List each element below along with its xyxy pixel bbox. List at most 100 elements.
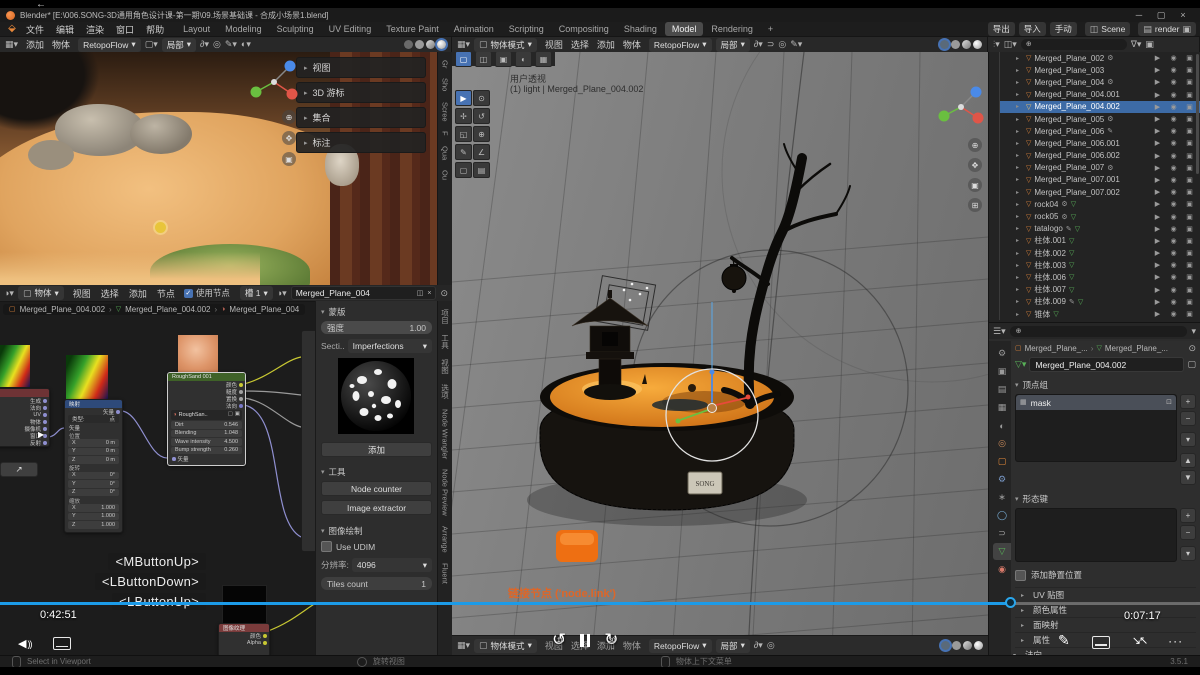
- mapping-node[interactable]: 映射 矢量 类型:点 矢量 位置 X0 m Y0 m Z0 m: [64, 399, 123, 533]
- properties-tab-icon[interactable]: ◯: [993, 507, 1011, 524]
- hide-render-toggle-icon[interactable]: ▣: [1183, 103, 1196, 111]
- use-udim-checkbox[interactable]: Use UDIM: [321, 541, 432, 552]
- hide-viewport-toggle-icon[interactable]: ◉: [1167, 91, 1180, 99]
- node-output-socket[interactable]: 法向: [0, 404, 49, 411]
- node-header[interactable]: [0, 389, 49, 397]
- fake-user-icon[interactable]: ▢: [1187, 360, 1196, 369]
- side-tab[interactable]: Fluent: [441, 563, 450, 584]
- node-param-slider[interactable]: Bump strength0.260: [171, 447, 242, 455]
- expand-arrow-icon[interactable]: ▸: [1016, 116, 1023, 123]
- workspace-tab[interactable]: Model: [665, 22, 704, 36]
- snap-icon[interactable]: ∂▾: [200, 40, 209, 49]
- node-input-socket[interactable]: 矢量: [168, 455, 245, 463]
- orientation-dropdown[interactable]: 局部▾: [162, 38, 196, 52]
- n-panel-section[interactable]: ▸3D 游标: [296, 82, 426, 103]
- pause-button[interactable]: [580, 634, 590, 647]
- navigation-gizmo[interactable]: [248, 54, 300, 110]
- mode-dropdown[interactable]: ▢ 物体模式▾: [474, 38, 537, 52]
- outliner-row[interactable]: ▸ ▽ Merged_Plane_004 ⚙ ✎ ▽ ▶ ◉ ▣: [1000, 76, 1200, 88]
- hide-viewport-toggle-icon[interactable]: ◉: [1167, 188, 1180, 196]
- retopoflow-menu[interactable]: RetopoFlow▾: [649, 38, 712, 52]
- node-row[interactable]: X0 m: [68, 439, 119, 447]
- new-collection-icon[interactable]: ▣: [1145, 40, 1154, 49]
- hide-render-toggle-icon[interactable]: ▣: [1183, 237, 1196, 245]
- hide-render-toggle-icon[interactable]: ▣: [1183, 115, 1196, 123]
- pan-hand-icon[interactable]: ✥: [282, 131, 296, 145]
- node-row[interactable]: Z0 m: [68, 456, 119, 464]
- properties-tab-icon[interactable]: ▤: [993, 381, 1011, 398]
- hide-viewport-toggle-icon[interactable]: ◉: [1167, 78, 1180, 86]
- hide-viewport-toggle-icon[interactable]: ◉: [1167, 103, 1180, 111]
- properties-tab-icon[interactable]: ▽: [993, 543, 1011, 560]
- side-tab[interactable]: Sho: [441, 78, 450, 91]
- hide-render-toggle-icon[interactable]: ▣: [1183, 78, 1196, 86]
- volume-icon[interactable]: ◀)): [18, 637, 31, 650]
- hide-render-toggle-icon[interactable]: ▣: [1183, 310, 1196, 318]
- selectability-toggle-icon[interactable]: ▶: [1151, 188, 1164, 196]
- mesh-name-field[interactable]: Merged_Plane_004.002: [1029, 357, 1184, 372]
- vertex-group-item[interactable]: ▦ mask ⊡: [1016, 395, 1176, 410]
- expand-arrow-icon[interactable]: ▸: [1016, 225, 1023, 232]
- node-output-socket[interactable]: 法向: [168, 402, 245, 409]
- viewport-menu-item[interactable]: 视图: [541, 38, 567, 51]
- selectability-toggle-icon[interactable]: ▶: [1151, 237, 1164, 245]
- visibility-icon[interactable]: ◐▾: [241, 40, 251, 49]
- shader-editor-icon[interactable]: ◑▾: [4, 289, 14, 298]
- vertex-group-specials-icon[interactable]: ▾: [1180, 432, 1196, 447]
- n-panel-section[interactable]: ▸集合: [296, 107, 426, 128]
- shader-menu-item[interactable]: 添加: [124, 287, 152, 300]
- properties-section-header[interactable]: ▸▾ 面映射: [1015, 617, 1196, 632]
- properties-tab-icon[interactable]: ∗: [993, 489, 1011, 506]
- tiles-count-field[interactable]: Tiles count1: [321, 577, 432, 590]
- tool-options-icon[interactable]: ▢▾: [145, 40, 158, 49]
- expand-arrow-icon[interactable]: ▸: [1016, 140, 1023, 147]
- selectability-toggle-icon[interactable]: ▶: [1151, 152, 1164, 160]
- material-shading-icon[interactable]: [963, 641, 972, 650]
- menu-item[interactable]: 编辑: [50, 23, 80, 36]
- expand-arrow-icon[interactable]: ▸: [1016, 311, 1023, 318]
- node-row[interactable]: X1.000: [68, 504, 119, 512]
- selectability-toggle-icon[interactable]: ▶: [1151, 127, 1164, 135]
- subtitles-icon[interactable]: [53, 637, 71, 650]
- selectability-toggle-icon[interactable]: ▶: [1151, 176, 1164, 184]
- node-row[interactable]: 缩放: [65, 497, 122, 504]
- hide-viewport-toggle-icon[interactable]: ◉: [1167, 139, 1180, 147]
- outliner-row[interactable]: ▸ ▽ Merged_Plane_003 ⚙ ✎ ▽ ▶ ◉ ▣: [1000, 64, 1200, 76]
- properties-tab-icon[interactable]: ◐: [993, 417, 1011, 434]
- node-param-slider[interactable]: Wave intensity4.500: [171, 438, 242, 446]
- editor-type-icon[interactable]: ▦▾: [457, 40, 470, 49]
- add-cube-tool-icon[interactable]: ▢: [455, 162, 472, 178]
- workspace-tab[interactable]: Texture Paint: [379, 22, 446, 36]
- outliner-row[interactable]: ▸ ▽ Merged_Plane_004.001 ⚙ ✎ ▽ ▶ ◉ ▣: [1000, 89, 1200, 101]
- outliner-row[interactable]: ▸ ▽ 柱体.003 ⚙ ✎ ▽ ▶ ◉ ▣: [1000, 259, 1200, 271]
- hide-viewport-toggle-icon[interactable]: ◉: [1167, 200, 1180, 208]
- side-tab[interactable]: 项目: [440, 309, 451, 324]
- transform-tool-icon[interactable]: ⊕: [473, 126, 490, 142]
- expand-arrow-icon[interactable]: ▸: [1016, 250, 1023, 257]
- hide-viewport-toggle-icon[interactable]: ◉: [1167, 249, 1180, 257]
- camera-view-icon[interactable]: ▣: [968, 178, 982, 192]
- properties-tab-icon[interactable]: ⚙: [993, 345, 1011, 362]
- filter-icon[interactable]: ∇▾: [1131, 40, 1142, 49]
- node-row[interactable]: 位置: [65, 432, 122, 439]
- fake-user-icon[interactable]: ◫: [417, 290, 424, 297]
- addon-button[interactable]: 导出: [988, 22, 1015, 36]
- snap-icon[interactable]: ∂▾: [754, 40, 763, 49]
- material-name-field[interactable]: Merged_Plane_004 ◫ ×: [291, 286, 437, 300]
- node-output-socket[interactable]: 反射: [0, 439, 49, 446]
- outliner-row[interactable]: ▸ ▽ rock04 ⚙ ✎ ▽ ▶ ◉ ▣: [1000, 198, 1200, 210]
- move-tool-icon[interactable]: ✢: [455, 108, 472, 124]
- vertex-groups-list[interactable]: ▦ mask ⊡: [1015, 394, 1177, 462]
- lock-icon[interactable]: ⊡: [1166, 399, 1172, 406]
- expand-arrow-icon[interactable]: ▸: [1016, 55, 1023, 62]
- move-up-button[interactable]: ▲: [1180, 453, 1196, 468]
- extrude-tool-icon[interactable]: ▤: [473, 162, 490, 178]
- retopoflow-menu[interactable]: RetopoFlow▾: [78, 38, 141, 52]
- node-header[interactable]: 图像纹理: [219, 624, 269, 632]
- viewport-menu-item[interactable]: 添加: [593, 38, 619, 51]
- hide-viewport-toggle-icon[interactable]: ◉: [1167, 273, 1180, 281]
- rewind-10-button[interactable]: ↺10: [552, 630, 566, 650]
- hide-render-toggle-icon[interactable]: ▣: [1183, 127, 1196, 135]
- section-dropdown[interactable]: Imperfections▾: [348, 339, 432, 353]
- viewport-menu-item[interactable]: 选择: [567, 38, 593, 51]
